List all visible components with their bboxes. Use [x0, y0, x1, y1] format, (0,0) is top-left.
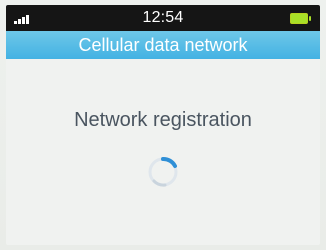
- page-title: Cellular data network: [78, 35, 248, 55]
- page-title-bar: Cellular data network: [6, 31, 320, 59]
- phone-screen: 12:54 Cellular data network Network regi…: [6, 5, 320, 245]
- status-bar: 12:54: [6, 5, 320, 31]
- main-content: Network registration: [6, 59, 320, 245]
- status-message: Network registration: [74, 109, 252, 131]
- device-screen-frame: 12:54 Cellular data network Network regi…: [0, 0, 326, 250]
- loading-spinner-icon: [145, 154, 181, 190]
- status-time: 12:54: [142, 9, 184, 26]
- battery-full-icon: [290, 13, 311, 24]
